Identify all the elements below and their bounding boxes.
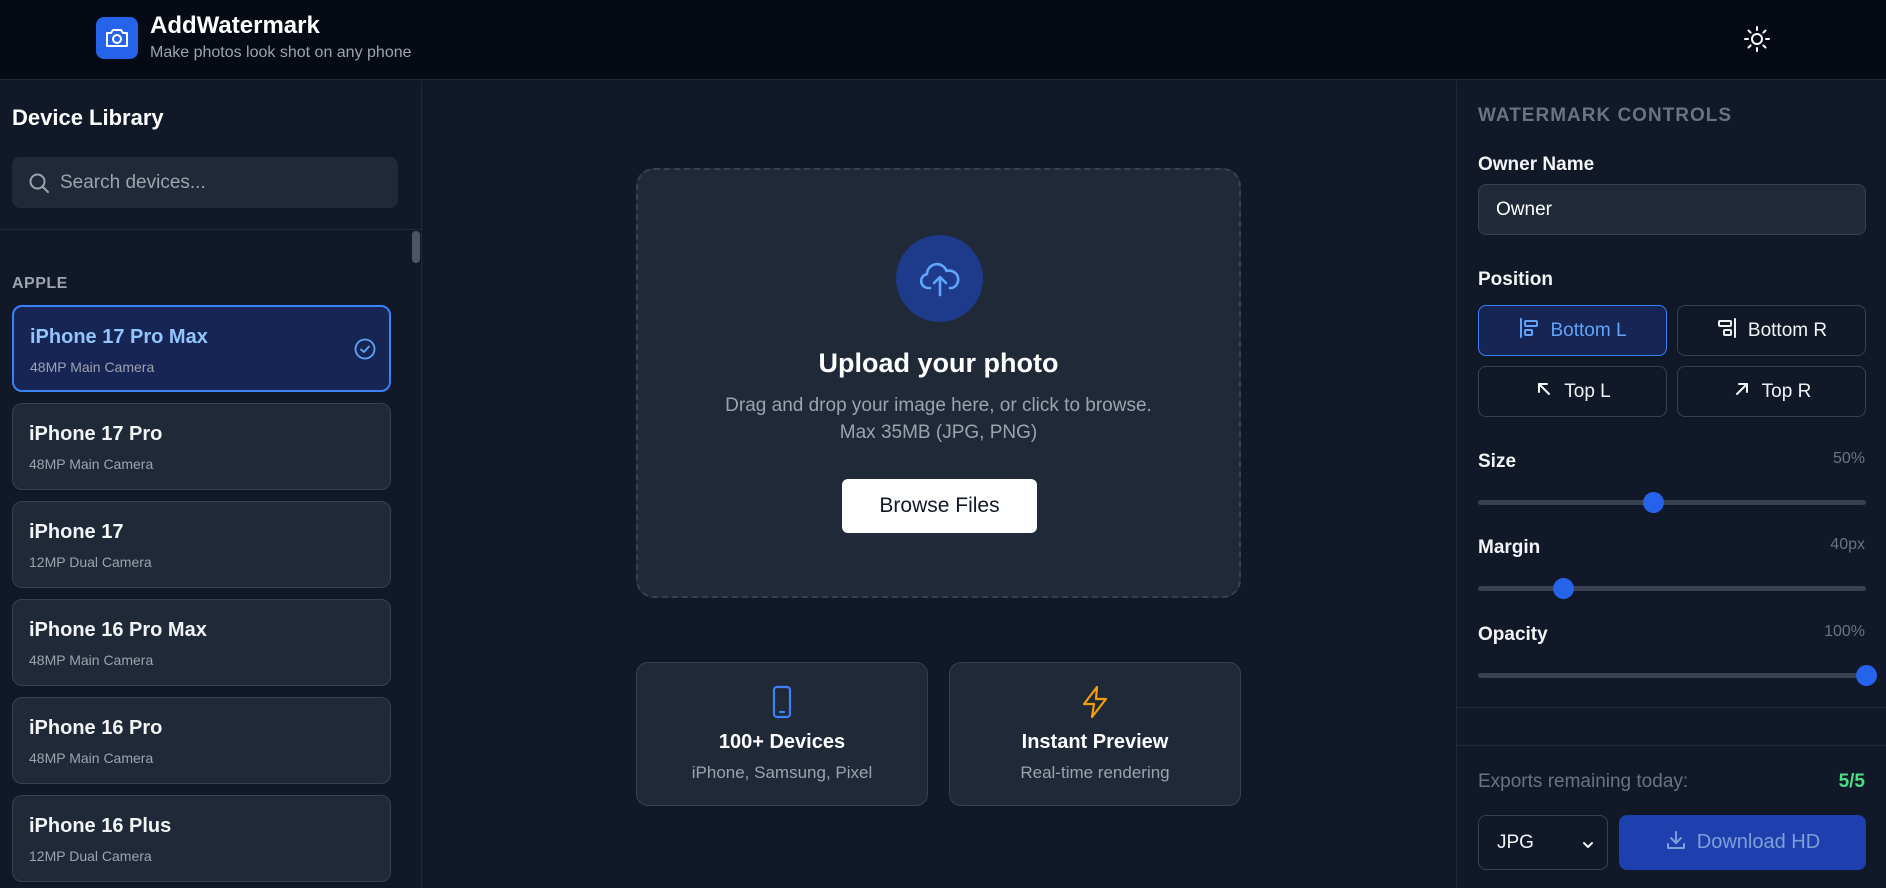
format-value: JPG <box>1497 832 1534 853</box>
owner-name-label: Owner Name <box>1478 154 1595 175</box>
check-circle-icon <box>354 338 376 365</box>
position-label-text: Bottom L <box>1550 319 1627 341</box>
camera-icon <box>96 17 138 59</box>
exports-remaining-label: Exports remaining today: <box>1478 771 1689 792</box>
panel-heading: WATERMARK CONTROLS <box>1478 105 1733 126</box>
upload-dropzone[interactable]: Upload your photo Drag and drop your ima… <box>636 168 1241 598</box>
device-spec: 48MP Main Camera <box>29 652 154 668</box>
device-spec: 48MP Main Camera <box>29 750 154 766</box>
align-bottom-left-icon <box>1518 317 1540 345</box>
position-label-text: Top R <box>1761 380 1812 402</box>
panel-divider <box>1457 707 1886 708</box>
feature-subtitle: iPhone, Samsung, Pixel <box>691 763 873 782</box>
feature-title: Instant Preview <box>1021 731 1169 753</box>
device-card[interactable]: iPhone 17 Pro 48MP Main Camera <box>12 403 391 490</box>
device-name: iPhone 16 Pro Max <box>29 619 207 641</box>
margin-value: 40px <box>1830 536 1865 553</box>
device-card[interactable]: iPhone 17 Pro Max 48MP Main Camera <box>12 305 391 392</box>
upload-desc-line1: Drag and drop your image here, or click … <box>725 395 1152 416</box>
size-slider[interactable] <box>1478 492 1866 513</box>
device-list: iPhone 17 Pro Max 48MP Main Camera iPhon… <box>12 305 392 888</box>
arrow-up-left-icon <box>1534 379 1554 405</box>
opacity-slider[interactable] <box>1478 665 1877 686</box>
feature-title: 100+ Devices <box>718 731 846 753</box>
position-label-text: Bottom R <box>1747 319 1828 341</box>
align-bottom-right-icon <box>1716 317 1738 345</box>
position-top-right-button[interactable]: Top R <box>1677 366 1866 417</box>
app-subtitle: Make photos look shot on any phone <box>150 44 412 61</box>
search-icon <box>28 172 50 199</box>
watermark-controls-panel: WATERMARK CONTROLS Owner Name Position B… <box>1456 81 1886 888</box>
position-bottom-left-button[interactable]: Bottom L <box>1478 305 1667 356</box>
device-name: iPhone 17 Pro <box>29 423 163 445</box>
position-label: Position <box>1478 269 1553 290</box>
device-name: iPhone 17 <box>29 521 124 543</box>
size-slider-thumb[interactable] <box>1642 492 1664 513</box>
sidebar-divider <box>0 229 421 230</box>
device-spec: 48MP Main Camera <box>30 359 155 375</box>
group-label-apple: APPLE <box>12 275 68 292</box>
position-bottom-right-button[interactable]: Bottom R <box>1677 305 1866 356</box>
browse-files-button[interactable]: Browse Files <box>842 479 1037 533</box>
device-name: iPhone 16 Plus <box>29 815 172 837</box>
search-box <box>12 157 398 208</box>
feature-card-devices: 100+ Devices iPhone, Samsung, Pixel <box>636 662 928 806</box>
opacity-slider-thumb[interactable] <box>1856 665 1877 686</box>
size-label: Size <box>1478 451 1517 472</box>
size-value: 50% <box>1832 450 1865 467</box>
scrollbar-thumb[interactable] <box>412 231 420 263</box>
sidebar-title: Device Library <box>12 105 164 130</box>
margin-label: Margin <box>1478 537 1541 558</box>
cloud-upload-icon <box>896 235 983 322</box>
device-card[interactable]: iPhone 16 Plus 12MP Dual Camera <box>12 795 391 882</box>
opacity-label: Opacity <box>1478 624 1548 645</box>
margin-slider[interactable] <box>1478 578 1866 599</box>
sun-icon[interactable] <box>1742 24 1772 54</box>
device-spec: 12MP Dual Camera <box>29 848 152 864</box>
device-spec: 12MP Dual Camera <box>29 554 152 570</box>
margin-slider-thumb[interactable] <box>1553 578 1575 599</box>
owner-name-input[interactable] <box>1478 184 1866 235</box>
exports-remaining-count: 5/5 <box>1838 771 1865 792</box>
device-spec: 48MP Main Camera <box>29 456 154 472</box>
download-label: Download HD <box>1696 831 1821 853</box>
smartphone-icon <box>767 685 797 724</box>
panel-divider <box>1457 745 1886 746</box>
app-header: AddWatermark Make photos look shot on an… <box>0 0 1886 80</box>
feature-subtitle: Real-time rendering <box>1020 763 1170 782</box>
download-icon <box>1665 829 1687 857</box>
app-title: AddWatermark <box>150 12 320 39</box>
upload-description: Drag and drop your image here, or click … <box>638 392 1239 446</box>
position-top-left-button[interactable]: Top L <box>1478 366 1667 417</box>
chevron-down-icon <box>1581 836 1595 858</box>
arrow-up-right-icon <box>1732 379 1752 405</box>
upload-title: Upload your photo <box>818 348 1059 378</box>
device-name: iPhone 16 Pro <box>29 717 163 739</box>
feature-card-preview: Instant Preview Real-time rendering <box>949 662 1241 806</box>
lightning-icon <box>1080 685 1110 724</box>
upload-desc-line2: Max 35MB (JPG, PNG) <box>839 422 1038 443</box>
search-input[interactable] <box>60 157 380 208</box>
format-select[interactable]: JPG <box>1478 815 1608 870</box>
download-hd-button[interactable]: Download HD <box>1619 815 1866 870</box>
opacity-value: 100% <box>1824 623 1865 640</box>
device-name: iPhone 17 Pro Max <box>30 326 208 348</box>
device-card[interactable]: iPhone 16 Pro Max 48MP Main Camera <box>12 599 391 686</box>
device-card[interactable]: iPhone 16 Pro 48MP Main Camera <box>12 697 391 784</box>
device-card[interactable]: iPhone 17 12MP Dual Camera <box>12 501 391 588</box>
device-library-sidebar: Device Library APPLE iPhone 17 Pro Max 4… <box>0 81 422 888</box>
position-label-text: Top L <box>1564 380 1611 402</box>
